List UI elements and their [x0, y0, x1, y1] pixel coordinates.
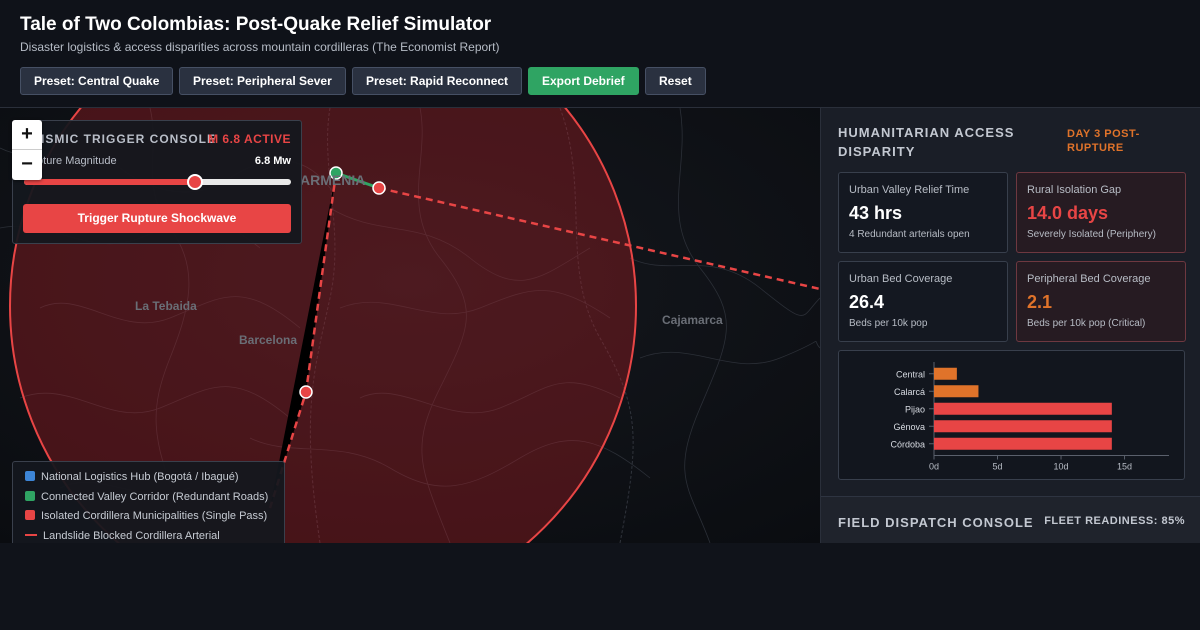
page-footer-empty	[0, 543, 1200, 630]
map-legend: National Logistics Hub (Bogotá / Ibagué)…	[12, 461, 285, 543]
chart-bar	[934, 437, 1112, 450]
place-label-barcelona: Barcelona	[239, 333, 298, 347]
legend-swatch-green	[25, 491, 35, 501]
isolated-node-marker[interactable]	[299, 385, 313, 399]
page-title: Tale of Two Colombias: Post-Quake Relief…	[20, 14, 492, 35]
field-dispatch-console: FIELD DISPATCH CONSOLE FLEET READINESS: …	[821, 496, 1200, 543]
chart-category-label: Central	[896, 369, 925, 379]
preset-central-quake-button[interactable]: Preset: Central Quake	[20, 67, 174, 95]
legend-dash-red	[25, 534, 37, 536]
chart-bar	[934, 420, 1112, 433]
chart-category-label: Córdoba	[890, 439, 925, 449]
card-value: 2.1	[1027, 292, 1053, 312]
card-subtext: Beds per 10k pop (Critical)	[1027, 318, 1146, 329]
console-title: SEISMIC TRIGGER CONSOLE	[23, 132, 217, 146]
magnitude-value: 6.8 Mw	[254, 155, 291, 167]
chart-bar	[934, 402, 1112, 415]
isolation-chart: Central Calarcá Pijao Génova Córdoba 0d 5d 10d 1…	[838, 350, 1185, 480]
magnitude-slider-thumb[interactable]	[186, 174, 203, 190]
card-label: Urban Bed Coverage	[849, 273, 953, 285]
preset-peripheral-sever-button[interactable]: Preset: Peripheral Sever	[179, 67, 346, 95]
legend-swatch-blue	[25, 471, 35, 481]
page-subtitle: Disaster logistics & access disparities …	[20, 40, 500, 54]
chart-bar	[934, 367, 957, 380]
legend-label: National Logistics Hub (Bogotá / Ibagué)	[41, 471, 239, 483]
dispatch-title: FIELD DISPATCH CONSOLE	[838, 515, 1034, 530]
urban-relief-card: Urban Valley Relief Time 43 hrs 4 Redund…	[838, 172, 1008, 253]
card-subtext: Beds per 10k pop	[849, 318, 928, 329]
peripheral-beds-card: Peripheral Bed Coverage 2.1 Beds per 10k…	[1016, 261, 1186, 342]
card-value: 26.4	[849, 292, 885, 312]
place-label-la-tebaida: La Tebaida	[135, 299, 197, 313]
zoom-in-button[interactable]: +	[12, 120, 42, 150]
console-status-badge: M 6.8 ACTIVE	[208, 132, 291, 146]
card-subtext: Severely Isolated (Periphery)	[1027, 229, 1156, 240]
legend-item-connected: Connected Valley Corridor (Redundant Roa…	[25, 491, 268, 503]
card-label: Peripheral Bed Coverage	[1027, 273, 1151, 285]
urban-beds-card: Urban Bed Coverage 26.4 Beds per 10k pop	[838, 261, 1008, 342]
day-badge: DAY 3 POST-RUPTURE	[1067, 128, 1140, 154]
chart-bar	[934, 385, 979, 398]
legend-label: Landslide Blocked Cordillera Arterial	[43, 530, 220, 542]
chart-tick-label: 10d	[1054, 462, 1069, 472]
preset-rapid-reconnect-button[interactable]: Preset: Rapid Reconnect	[352, 67, 523, 95]
legend-label: Isolated Cordillera Municipalities (Sing…	[41, 510, 268, 522]
legend-item-blocked: Landslide Blocked Cordillera Arterial	[25, 530, 220, 542]
magnitude-slider-fill	[24, 179, 195, 185]
chart-category-label: Génova	[893, 422, 925, 432]
card-subtext: 4 Redundant arterials open	[849, 229, 970, 240]
access-disparity-panel: HUMANITARIAN ACCESS DISPARITY DAY 3 POST…	[820, 108, 1200, 543]
reset-button[interactable]: Reset	[645, 67, 706, 95]
chart-tick-label: 5d	[993, 462, 1003, 472]
map-view[interactable]: ARMENIA La Tebaida Barcelona Cajamarca +…	[0, 108, 820, 543]
place-label-cajamarca: Cajamarca	[662, 313, 723, 327]
zoom-out-button[interactable]: −	[12, 150, 42, 180]
trigger-rupture-button[interactable]: Trigger Rupture Shockwave	[23, 204, 291, 233]
chart-category-label: Calarcá	[894, 387, 925, 397]
card-value: 14.0 days	[1027, 203, 1109, 223]
magnitude-slider[interactable]	[24, 174, 291, 190]
rural-gap-card: Rural Isolation Gap 14.0 days Severely I…	[1016, 172, 1186, 253]
export-debrief-button[interactable]: Export Debrief	[528, 67, 639, 95]
fleet-readiness: FLEET READINESS: 85%	[1044, 515, 1185, 527]
zoom-control: + −	[12, 120, 42, 180]
legend-item-hub: National Logistics Hub (Bogotá / Ibagué)	[25, 471, 239, 483]
place-label-armenia: ARMENIA	[300, 172, 366, 188]
card-value: 43 hrs	[849, 203, 903, 223]
chart-tick-label: 15d	[1117, 462, 1132, 472]
app-header: Tale of Two Colombias: Post-Quake Relief…	[0, 0, 1200, 108]
panel-title: HUMANITARIAN ACCESS DISPARITY	[838, 125, 1015, 159]
seismic-trigger-console: SEISMIC TRIGGER CONSOLE M 6.8 ACTIVE Rup…	[12, 120, 302, 244]
chart-category-label: Pijao	[905, 404, 925, 414]
card-label: Rural Isolation Gap	[1027, 184, 1122, 196]
isolation-chart-svg: Central Calarcá Pijao Génova Córdoba 0d 5d 10d 1…	[890, 362, 1169, 472]
legend-item-isolated: Isolated Cordillera Municipalities (Sing…	[25, 510, 267, 522]
legend-label: Connected Valley Corridor (Redundant Roa…	[41, 491, 269, 503]
card-label: Urban Valley Relief Time	[849, 184, 970, 196]
legend-swatch-red	[25, 510, 35, 520]
isolated-node-marker[interactable]	[372, 181, 386, 195]
chart-tick-label: 0d	[929, 462, 939, 472]
